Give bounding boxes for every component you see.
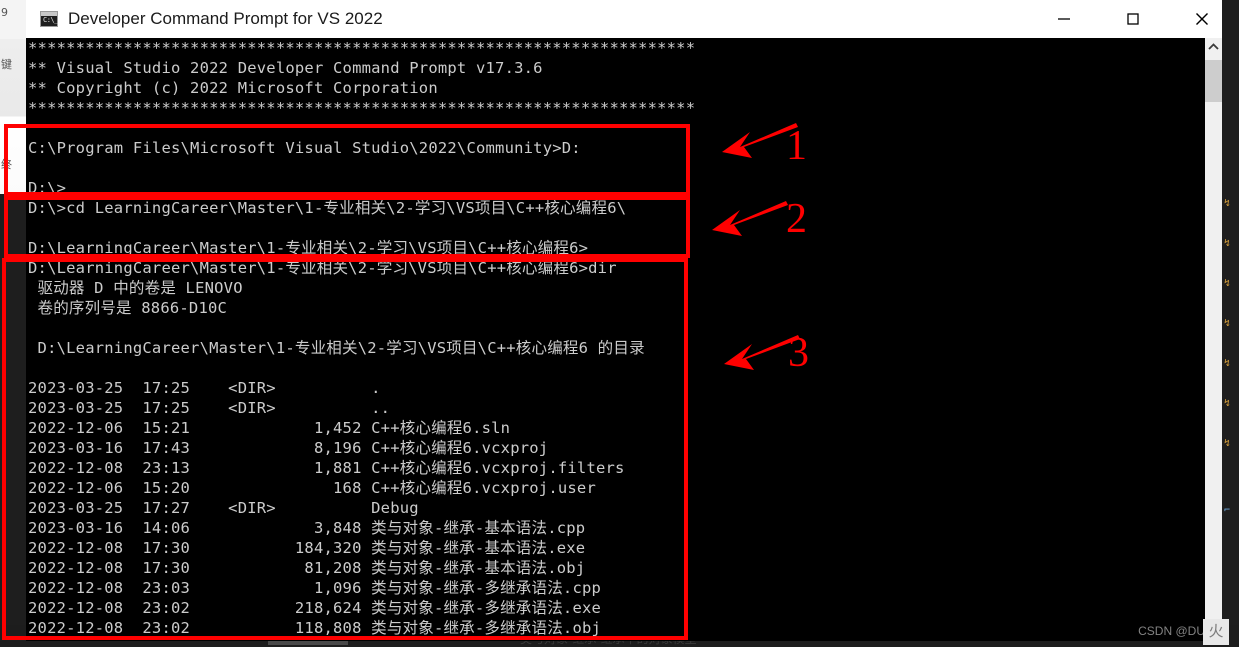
close-button[interactable]	[1179, 0, 1225, 38]
chevron-up-icon	[1208, 43, 1219, 50]
scrollbar-thumb[interactable]	[1205, 60, 1222, 102]
background-right-mark-7: ⌐	[1224, 505, 1231, 516]
maximize-button[interactable]	[1110, 0, 1156, 38]
background-right-mark-4: ↯	[1224, 358, 1231, 369]
background-right-mark-1: ↯	[1224, 238, 1231, 249]
annotation-number-3: 3	[788, 330, 809, 376]
maximize-icon	[1127, 13, 1139, 25]
console-line: ** Visual Studio 2022 Developer Command …	[28, 59, 543, 77]
console-line: ****************************************…	[28, 39, 696, 57]
minimize-button[interactable]	[1041, 0, 1087, 38]
annotation-box-3	[2, 258, 688, 640]
annotation-box-1	[4, 124, 690, 196]
annotation-arrow-2	[712, 201, 788, 236]
background-right-mark-6: ↯	[1224, 438, 1231, 449]
background-right-mark-2: ↯	[1224, 278, 1231, 289]
window-title: Developer Command Prompt for VS 2022	[68, 9, 383, 28]
close-icon	[1196, 13, 1208, 25]
console-line: ** Copyright (c) 2022 Microsoft Corporat…	[28, 79, 438, 97]
minimize-icon	[1058, 18, 1070, 20]
console-app-icon-text: C:\_	[43, 16, 58, 24]
annotation-box-2	[4, 196, 690, 258]
csdn-watermark-logo: 火	[1203, 619, 1229, 645]
console-scrollbar[interactable]	[1205, 38, 1222, 641]
scrollbar-up-button[interactable]	[1205, 38, 1222, 55]
console-app-icon: C:\_	[40, 11, 58, 27]
background-right-mark-0: ↯	[1224, 198, 1231, 209]
background-right-mark-5: ↯	[1224, 398, 1231, 409]
background-left-glyph-1: 键	[1, 58, 12, 71]
background-right-mark-3: ↯	[1224, 318, 1231, 329]
annotation-number-1: 1	[786, 123, 807, 169]
window-titlebar[interactable]: C:\_ Developer Command Prompt for VS 202…	[26, 0, 1222, 38]
annotation-number-2: 2	[786, 196, 807, 242]
console-line: ****************************************…	[28, 99, 696, 117]
background-left-glyph-0: 9	[1, 6, 8, 19]
